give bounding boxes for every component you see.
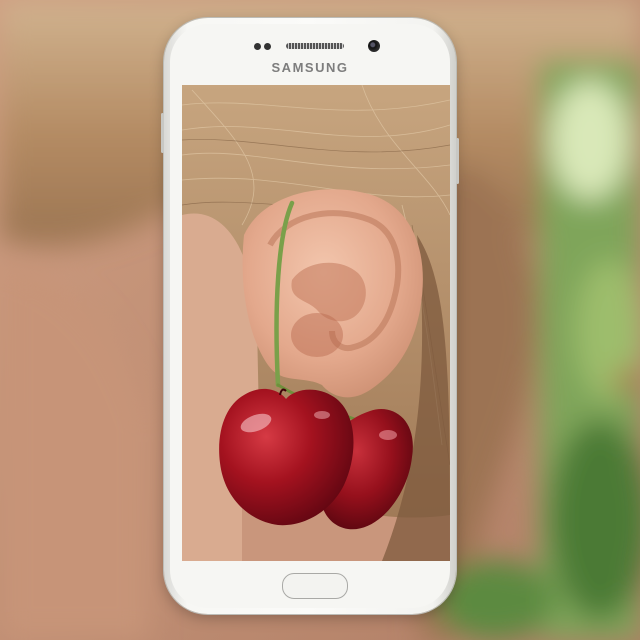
smartphone: SAMSUNG xyxy=(161,18,459,614)
brand-logo: SAMSUNG xyxy=(271,60,349,75)
home-button[interactable] xyxy=(282,573,348,599)
screen-photo xyxy=(182,85,450,561)
front-camera-icon xyxy=(368,40,380,52)
earpiece-speaker xyxy=(286,43,344,49)
phone-face: SAMSUNG xyxy=(170,24,450,608)
power-button xyxy=(456,138,459,184)
phone-screen xyxy=(182,85,450,561)
light-sensor-icon xyxy=(264,43,271,50)
proximity-sensor-icon xyxy=(254,43,261,50)
volume-button xyxy=(161,113,164,153)
